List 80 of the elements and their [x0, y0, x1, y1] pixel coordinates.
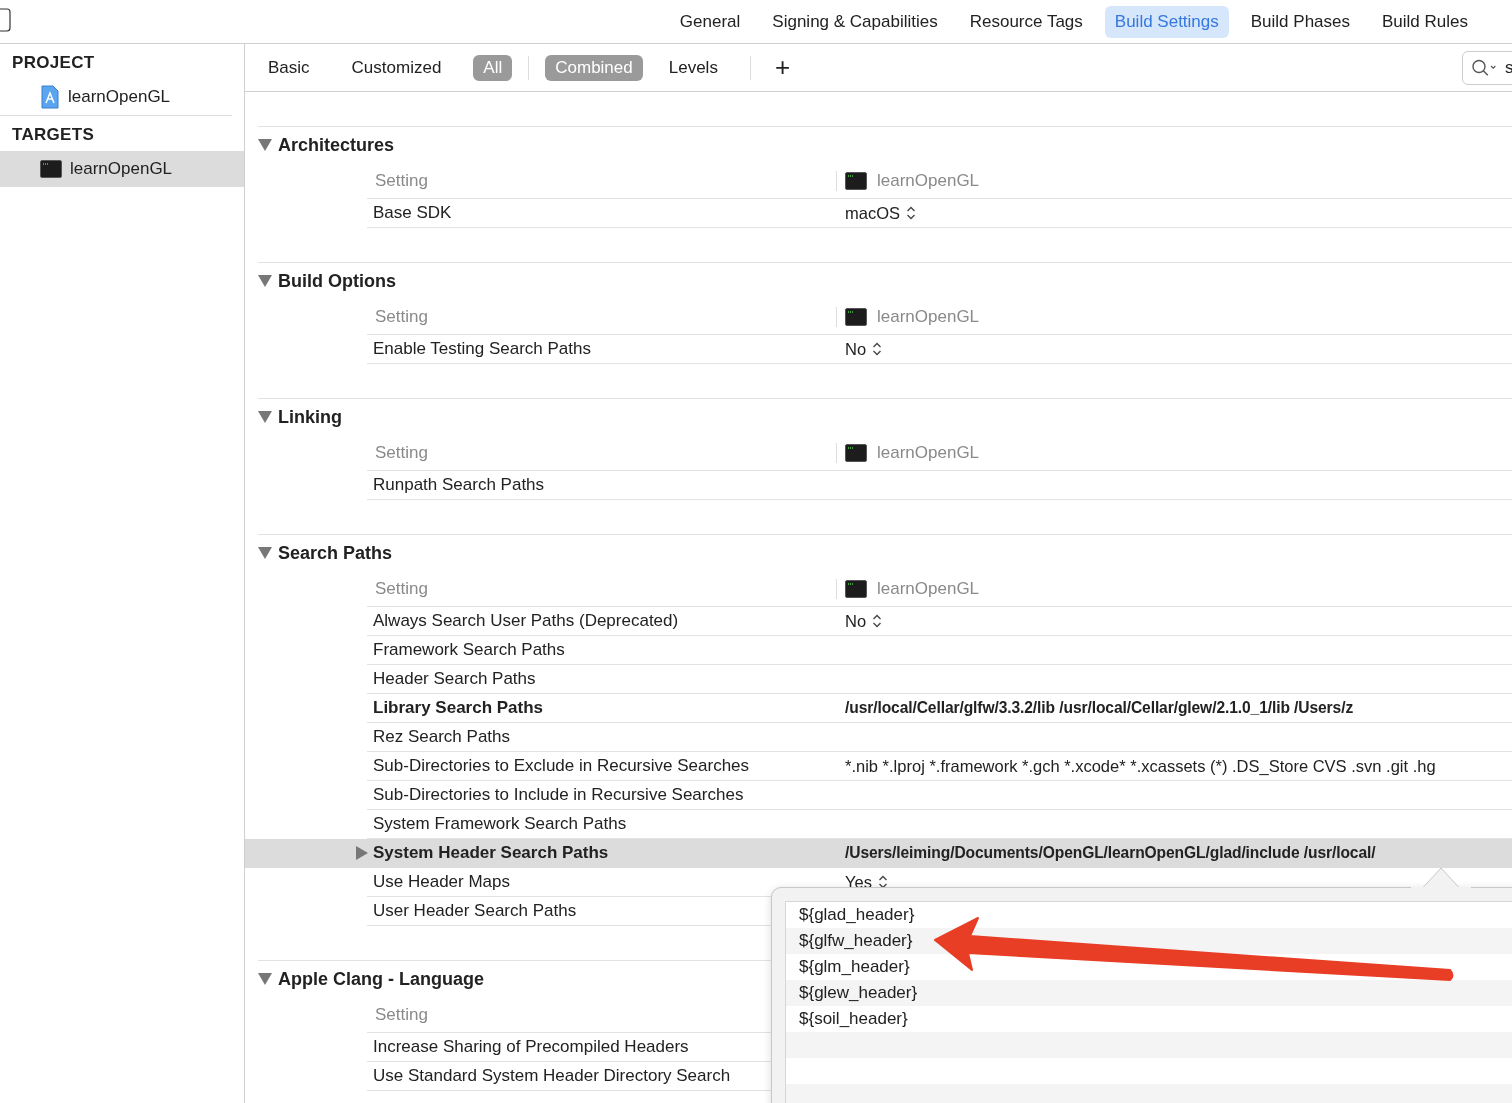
sidebar-section-header: PROJECT — [11, 52, 96, 74]
setting-name: Sub-Directories to Exclude in Recursive Searches — [373, 756, 751, 776]
stepper-icon[interactable] — [872, 341, 883, 357]
setting-name: Base SDK — [373, 203, 453, 223]
setting-row[interactable]: Framework Search Paths — [245, 636, 1512, 665]
terminal-icon — [845, 307, 867, 326]
setting-name: Use Header Maps — [373, 872, 511, 892]
project-file-icon — [40, 85, 60, 109]
stepper-icon[interactable] — [872, 613, 883, 629]
editor-tab[interactable]: Resource Tags — [959, 5, 1093, 38]
terminal-icon — [40, 160, 62, 178]
terminal-icon — [845, 171, 867, 190]
path-list-item[interactable]: ${glew_header} — [786, 980, 1512, 1006]
setting-name: Use Standard System Header Directory Search — [373, 1066, 732, 1086]
setting-row[interactable]: Base SDK macOS — [245, 199, 1512, 228]
column-header: learnOpenGL — [877, 306, 980, 327]
setting-row[interactable]: Sub-Directories to Include in Recursive Searches — [245, 781, 1512, 810]
section-title: Apple Clang - Language — [278, 968, 484, 990]
filter-button[interactable]: Basic — [258, 54, 320, 81]
sidebar-item[interactable]: learnOpenGL — [0, 79, 244, 115]
setting-value: No — [845, 611, 867, 631]
terminal-icon — [845, 443, 867, 462]
add-button[interactable]: + — [766, 52, 799, 83]
setting-name: Rez Search Paths — [373, 727, 511, 747]
column-header: Setting — [375, 442, 837, 463]
column-header: learnOpenGL — [877, 170, 980, 191]
section-title: Architectures — [278, 134, 395, 156]
section-title: Build Options — [278, 270, 396, 292]
sidebar-toggle-icon[interactable] — [0, 8, 11, 32]
column-header: learnOpenGL — [877, 442, 980, 463]
setting-value: /Users/leiming/Documents/OpenGL/learnOpenGL/glad/include /usr/local/ — [845, 844, 1376, 862]
setting-row[interactable]: Runpath Search Paths — [245, 471, 1512, 500]
disclosure-triangle-icon[interactable] — [356, 846, 368, 860]
path-list-item[interactable]: ${glad_header} — [786, 902, 1512, 928]
path-list-item[interactable]: ${glm_header} — [786, 954, 1512, 980]
editor-tab[interactable]: General — [669, 5, 751, 38]
setting-name: Always Search User Paths (Deprecated) — [373, 611, 680, 631]
setting-name: Sub-Directories to Include in Recursive Searches — [373, 785, 745, 805]
setting-name: Enable Testing Search Paths — [373, 339, 592, 359]
sidebar-section-header: TARGETS — [11, 124, 96, 146]
editor-tab[interactable]: Signing & Capabilities — [762, 5, 948, 38]
search-icon — [1471, 58, 1497, 77]
disclosure-triangle-icon[interactable] — [258, 139, 272, 151]
setting-value: No — [845, 339, 867, 359]
setting-row[interactable]: Rez Search Paths — [245, 723, 1512, 752]
section-title: Linking — [278, 406, 342, 428]
setting-row[interactable]: Always Search User Paths (Deprecated) No — [245, 607, 1512, 636]
setting-name: System Header Search Paths — [373, 843, 610, 863]
path-list-item[interactable]: ${glfw_header} — [786, 928, 1512, 954]
setting-value: macOS — [845, 203, 900, 223]
filter-button[interactable]: Customized — [341, 54, 452, 81]
disclosure-triangle-icon[interactable] — [258, 411, 272, 423]
column-header: Setting — [375, 170, 837, 191]
setting-name: Library Search Paths — [373, 698, 545, 718]
setting-value: /usr/local/Cellar/glfw/3.3.2/lib /usr/local/Cellar/glew/2.1.0_1/lib /Users/z — [845, 699, 1354, 717]
setting-row[interactable]: Library Search Paths /usr/local/Cellar/glfw/3.3.2/lib /usr/local/Cellar/glew/2.1.0_1/lib /Users/z — [245, 694, 1512, 723]
setting-name: Header Search Paths — [373, 669, 537, 689]
stepper-icon[interactable] — [877, 874, 888, 890]
column-header: Setting — [375, 306, 837, 327]
sidebar-item[interactable]: learnOpenGL — [0, 151, 244, 187]
column-header: learnOpenGL — [877, 578, 980, 599]
setting-name: Framework Search Paths — [373, 640, 566, 660]
setting-row[interactable]: System Header Search Paths /Users/leiming/Documents/OpenGL/learnOpenGL/glad/include /usr/local/ — [245, 839, 1512, 868]
disclosure-triangle-icon[interactable] — [258, 973, 272, 985]
setting-name: System Framework Search Paths — [373, 814, 628, 834]
column-header: Setting — [375, 578, 837, 599]
disclosure-triangle-icon[interactable] — [258, 547, 272, 559]
setting-row[interactable]: Enable Testing Search Paths No — [245, 335, 1512, 364]
stepper-icon[interactable] — [906, 205, 916, 221]
editor-tab[interactable]: Build Rules — [1372, 5, 1478, 38]
setting-name: Increase Sharing of Precompiled Headers — [373, 1037, 690, 1057]
section-title: Search Paths — [278, 542, 393, 564]
setting-row[interactable]: Header Search Paths — [245, 665, 1512, 694]
setting-name: Runpath Search Paths — [373, 475, 546, 495]
setting-row[interactable]: Sub-Directories to Exclude in Recursive Searches *.nib *.lproj *.framework *.gch *.xcode* *.xcassets (*) .DS_Store CVS .svn .git .hg — [245, 752, 1512, 781]
disclosure-triangle-icon[interactable] — [258, 275, 272, 287]
terminal-icon — [845, 579, 867, 598]
view-mode-button[interactable]: Levels — [658, 54, 728, 81]
setting-value: *.nib *.lproj *.framework *.gch *.xcode* *.xcassets (*) .DS_Store CVS .svn .git .hg — [845, 756, 1436, 776]
editor-tab[interactable]: Build Phases — [1240, 5, 1360, 38]
